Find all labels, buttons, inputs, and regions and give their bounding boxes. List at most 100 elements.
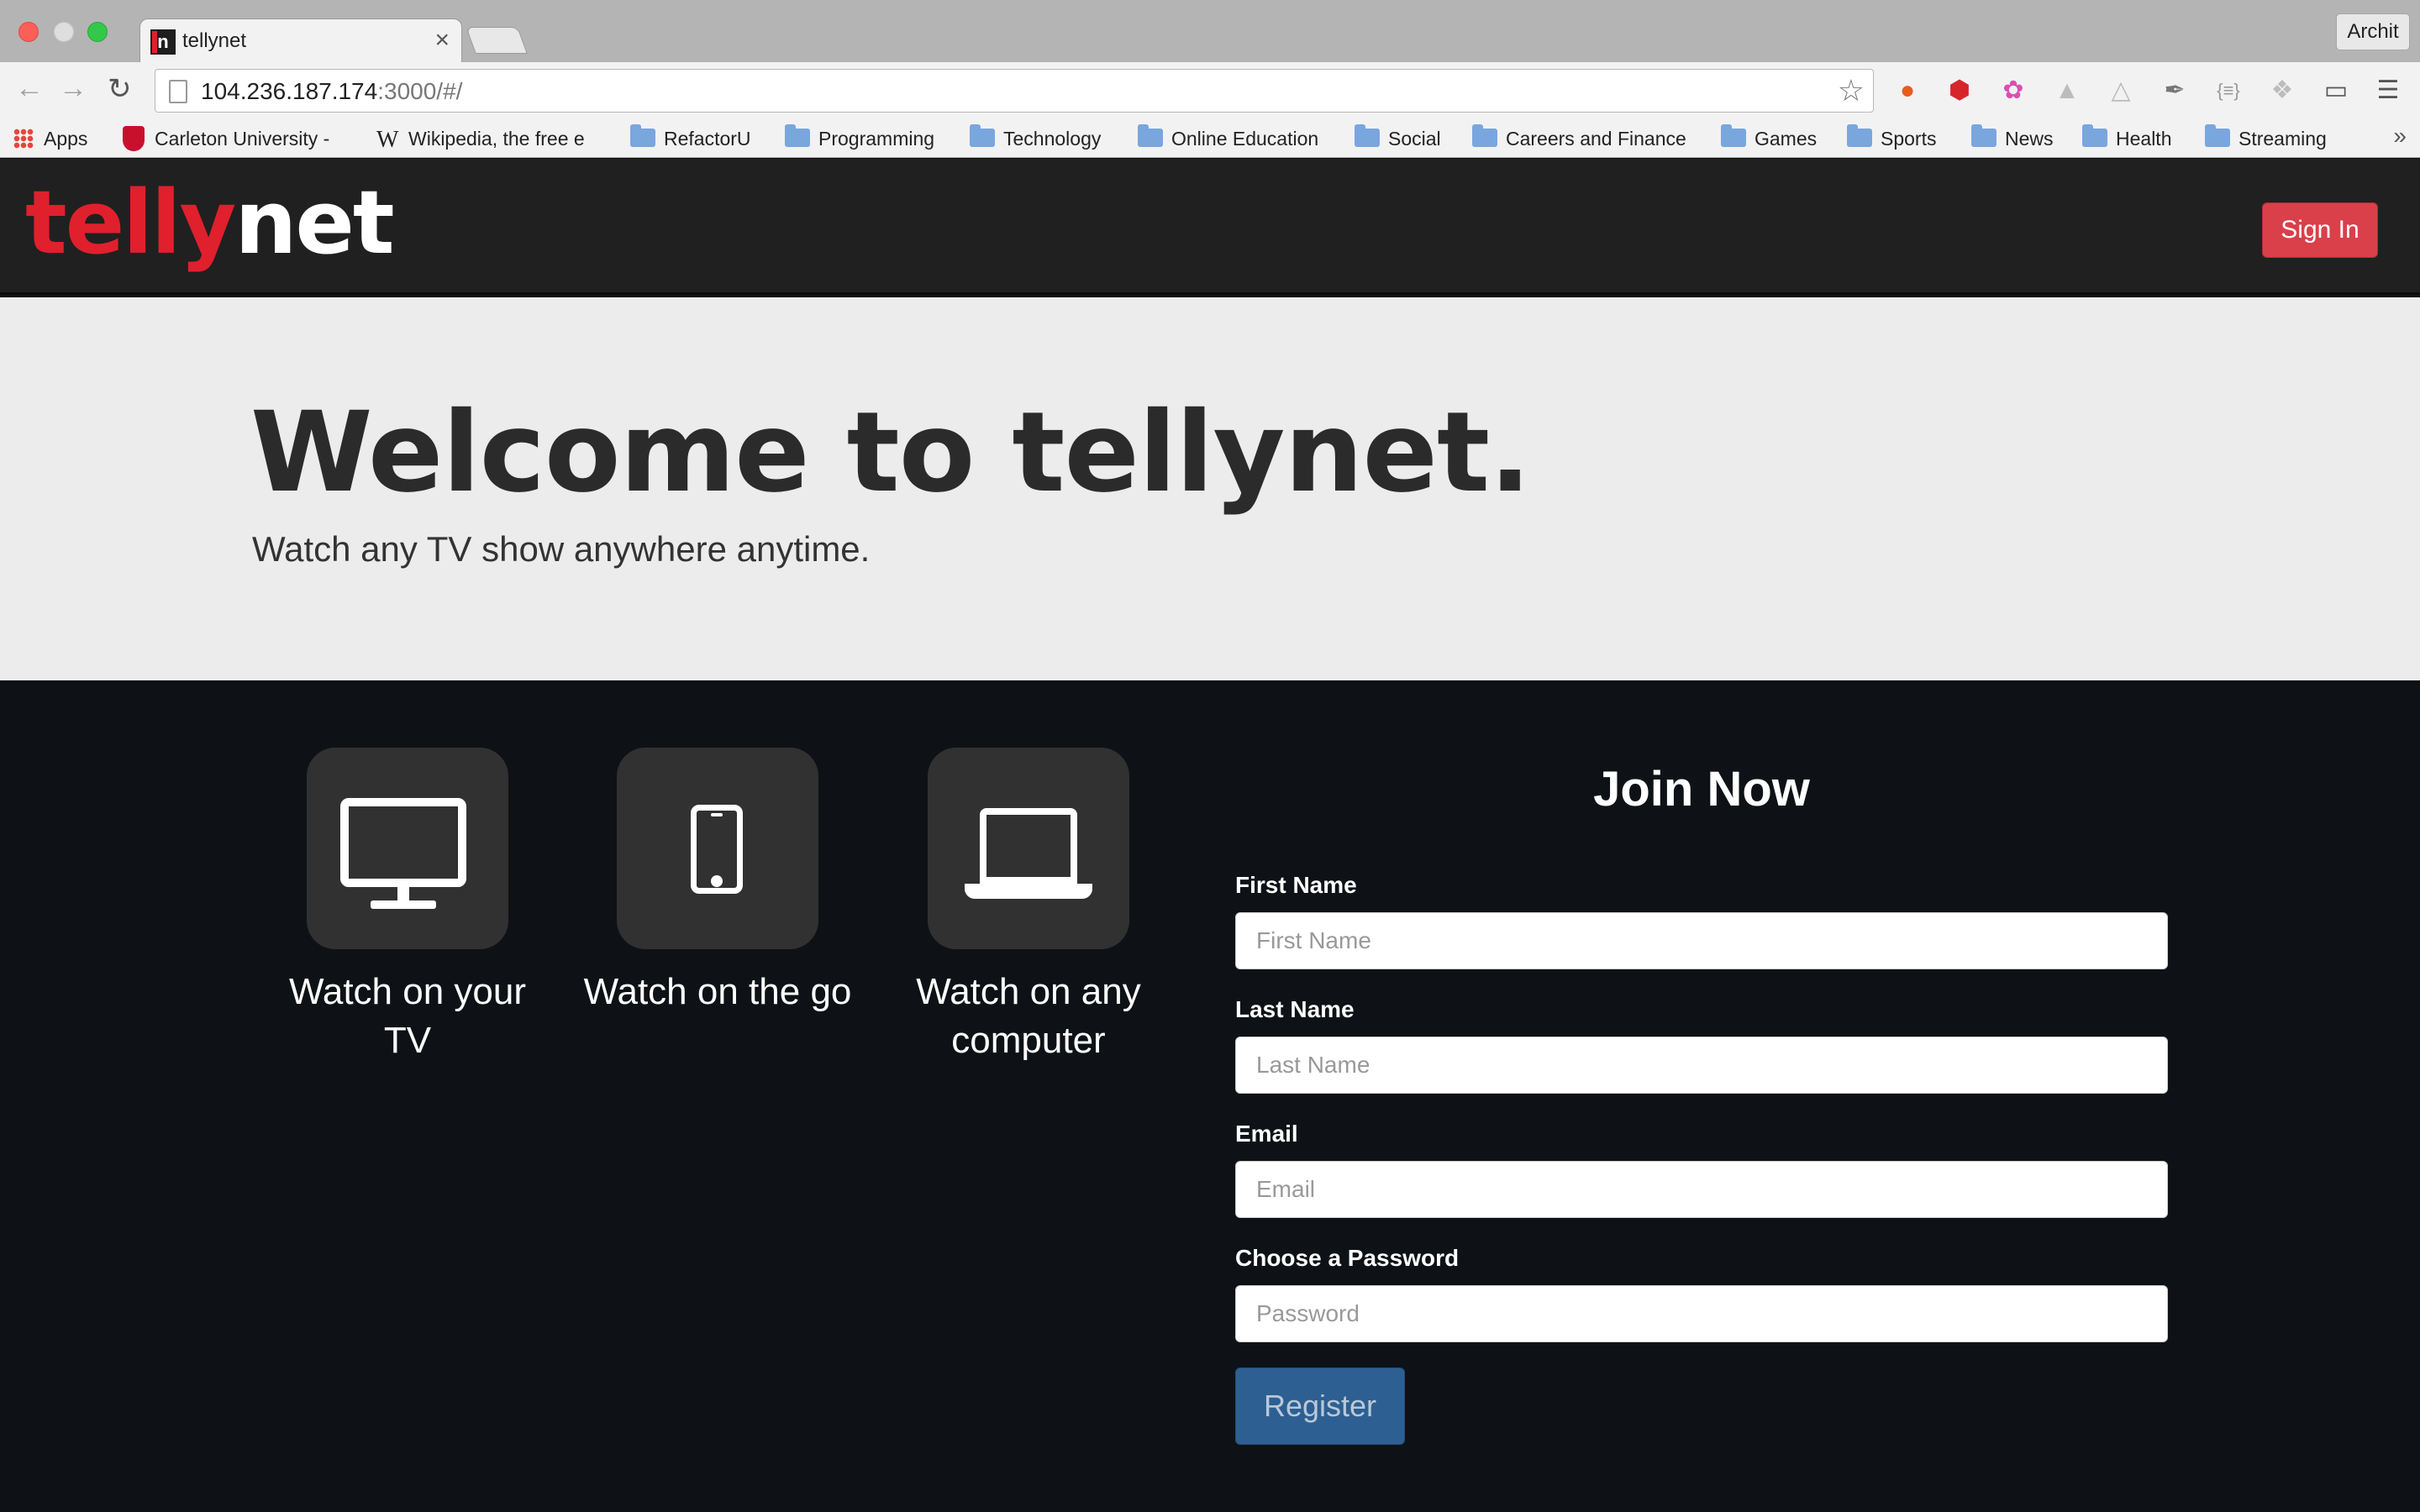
browser-chrome: n tellynet × Archit ← → ↻ 104.236.187.17…	[0, 0, 2420, 158]
apps-grid-icon	[13, 128, 34, 149]
json-formatter-icon[interactable]: {≡}	[2212, 74, 2245, 108]
bookmark-label: Careers and Finance	[1506, 128, 1686, 150]
minimize-window-button[interactable]	[54, 22, 74, 42]
bookmarks-bar: Apps Carleton University - W Wikipedia, t…	[0, 121, 2420, 158]
bookmark-label: Technology	[1003, 128, 1102, 150]
folder-icon	[2082, 123, 2107, 147]
url-host: 104.236.187.174	[201, 78, 378, 104]
folder-icon	[1971, 123, 1996, 147]
first-name-field[interactable]	[1235, 912, 2168, 969]
tv-icon	[307, 748, 508, 949]
eyedropper-extension-icon[interactable]: ✒	[2158, 74, 2191, 108]
folder-icon	[1721, 123, 1746, 147]
bookmark-streaming[interactable]: Streaming	[2205, 123, 2327, 153]
phone-icon	[617, 748, 818, 949]
fire-extension-icon[interactable]: ●	[1891, 74, 1924, 108]
adblock-extension-icon[interactable]: ⬢	[1943, 74, 1976, 108]
tab-tellynet[interactable]: n tellynet ×	[139, 18, 462, 64]
wikipedia-icon: W	[376, 126, 399, 153]
sign-in-button[interactable]: Sign In	[2262, 202, 2378, 258]
url-path: :3000/#/	[377, 78, 463, 104]
bookmark-label: Apps	[44, 128, 88, 150]
email-label: Email	[1235, 1121, 1298, 1147]
feature-computer: Watch on any computer	[894, 748, 1163, 1065]
hero-title: Welcome to tellynet.	[250, 388, 1531, 517]
bookmark-label: Streaming	[2238, 128, 2327, 150]
menu-icon[interactable]: ☰	[2371, 74, 2405, 108]
bookmark-carleton[interactable]: Carleton University -	[123, 124, 329, 153]
feature-label: Watch on your TV	[288, 971, 527, 1061]
bookmark-label: Wikipedia, the free e	[408, 128, 585, 150]
dropbox-icon[interactable]: ❖	[2265, 74, 2299, 108]
bookmark-label: Carleton University -	[155, 128, 330, 150]
logo-telly: telly	[25, 171, 236, 274]
cast-icon[interactable]: ▭	[2319, 74, 2353, 108]
page-icon	[169, 80, 187, 103]
back-arrow-icon[interactable]: ←	[15, 72, 44, 105]
register-button[interactable]: Register	[1235, 1368, 1405, 1445]
bookmark-label: Social	[1388, 128, 1441, 150]
close-window-button[interactable]	[18, 22, 39, 42]
profile-button[interactable]: Archit	[2336, 13, 2410, 50]
folder-icon	[785, 123, 810, 147]
bookmark-social[interactable]: Social	[1355, 123, 1441, 153]
folder-icon	[1355, 123, 1380, 147]
reload-icon[interactable]: ↻	[108, 72, 132, 106]
tab-title: tellynet	[182, 29, 247, 52]
bookmark-refactoru[interactable]: RefactorU	[630, 123, 751, 153]
new-tab-button[interactable]	[466, 27, 528, 54]
first-name-label: First Name	[1235, 872, 1357, 898]
bookmark-online-education[interactable]: Online Education	[1138, 123, 1319, 153]
feature-label: Watch on any computer	[916, 971, 1141, 1061]
bookmark-health[interactable]: Health	[2082, 123, 2172, 153]
bookmark-label: Online Education	[1171, 128, 1319, 150]
last-name-field[interactable]	[1235, 1037, 2168, 1094]
folder-icon	[1472, 123, 1497, 147]
drive-extension-icon[interactable]: ▲	[2050, 74, 2084, 108]
folder-icon	[1847, 123, 1872, 147]
feature-label: Watch on the go	[583, 971, 852, 1012]
bookmark-sports[interactable]: Sports	[1847, 123, 1937, 153]
bookmark-star-icon[interactable]: ☆	[1838, 73, 1865, 108]
tellynet-favicon-icon: n	[150, 29, 176, 55]
bookmark-technology[interactable]: Technology	[970, 123, 1102, 153]
logo-net: net	[234, 171, 394, 274]
carleton-shield-icon	[123, 125, 145, 151]
folder-icon	[970, 123, 995, 147]
feature-mobile: Watch on the go	[583, 748, 852, 1016]
bookmark-label: RefactorU	[664, 128, 751, 150]
bookmark-wikipedia[interactable]: W Wikipedia, the free e	[376, 124, 585, 153]
google-drive-icon[interactable]: △	[2104, 74, 2138, 108]
bookmark-label: Games	[1754, 128, 1818, 150]
bookmark-apps[interactable]: Apps	[13, 124, 87, 153]
hero-section: Welcome to tellynet. Watch any TV show a…	[0, 297, 2420, 680]
address-bar[interactable]: 104.236.187.174:3000/#/ ☆	[155, 69, 1874, 113]
more-bookmarks-icon[interactable]: »	[2393, 123, 2407, 150]
laptop-icon	[928, 748, 1129, 949]
forward-arrow-icon[interactable]: →	[59, 72, 87, 105]
bookmark-news[interactable]: News	[1971, 123, 2054, 153]
bookmark-games[interactable]: Games	[1721, 123, 1818, 153]
tab-close-icon[interactable]: ×	[434, 26, 450, 55]
browser-toolbar: ← → ↻ 104.236.187.174:3000/#/ ☆ ● ⬢ ✿ ▲ …	[0, 62, 2420, 121]
bookmark-label: News	[2005, 128, 2054, 150]
bookmark-label: Health	[2116, 128, 2172, 150]
color-wheel-extension-icon[interactable]: ✿	[1996, 74, 2030, 108]
email-field[interactable]	[1235, 1161, 2168, 1218]
bookmark-careers-and-finance[interactable]: Careers and Finance	[1472, 123, 1686, 153]
bookmark-label: Sports	[1881, 128, 1937, 150]
zoom-window-button[interactable]	[87, 22, 108, 42]
password-label: Choose a Password	[1235, 1245, 1460, 1271]
folder-icon	[630, 123, 655, 147]
url-text[interactable]: 104.236.187.174:3000/#/	[201, 78, 462, 105]
bookmark-label: Programming	[818, 128, 935, 150]
tellynet-logo[interactable]: tellynet	[25, 171, 395, 274]
features-and-signup-section: Watch on your TV Watch on the go Watch o…	[0, 680, 2420, 1512]
last-name-label: Last Name	[1235, 996, 1355, 1022]
password-field[interactable]	[1235, 1285, 2168, 1342]
folder-icon	[2205, 123, 2230, 147]
join-title: Join Now	[1593, 762, 1810, 816]
bookmark-programming[interactable]: Programming	[785, 123, 935, 153]
tab-strip: n tellynet × Archit	[0, 0, 2420, 64]
hero-subtitle: Watch any TV show anywhere anytime.	[252, 529, 871, 569]
